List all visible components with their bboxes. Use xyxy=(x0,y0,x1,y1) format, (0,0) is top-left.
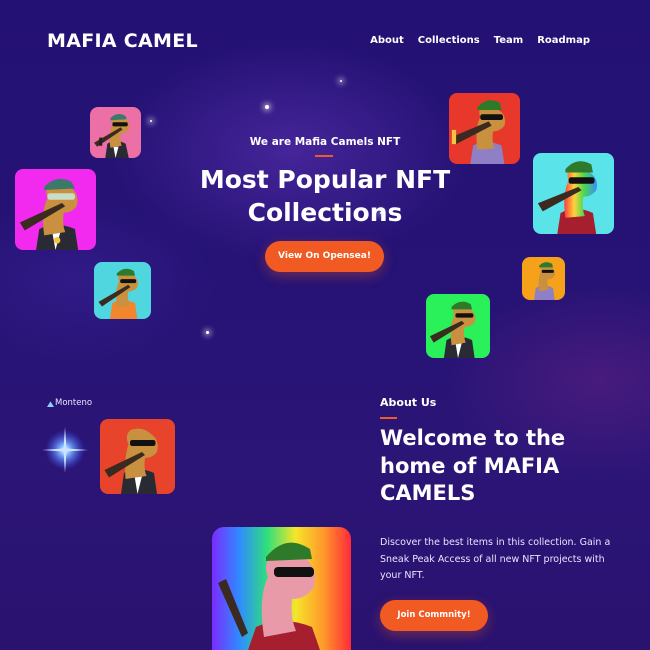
join-community-button[interactable]: Join Commnity! xyxy=(380,600,488,631)
hero-title: Most Popular NFT Collections xyxy=(199,165,451,227)
camel-avatar-icon xyxy=(533,153,614,234)
camel-avatar-icon xyxy=(522,257,565,300)
nav-team[interactable]: Team xyxy=(494,35,523,46)
nft-card-camel-pink[interactable] xyxy=(90,107,141,158)
sparkle-star xyxy=(265,105,269,109)
broken-image-icon xyxy=(47,400,54,407)
about-kicker: About Us xyxy=(380,396,437,409)
nft-card-camel-cyan-rainbow[interactable] xyxy=(533,153,614,234)
hero-divider xyxy=(315,155,333,157)
nav-collections[interactable]: Collections xyxy=(418,35,480,46)
camel-avatar-icon xyxy=(90,107,141,158)
camel-avatar-icon xyxy=(212,527,351,650)
nft-card-camel-orange[interactable] xyxy=(522,257,565,300)
camel-avatar-icon xyxy=(449,93,520,164)
about-description: Discover the best items in this collecti… xyxy=(380,537,611,581)
nav-roadmap[interactable]: Roadmap xyxy=(537,35,590,46)
nft-card-camel-green[interactable] xyxy=(426,294,490,358)
nft-card-camel-red-about[interactable] xyxy=(100,419,175,494)
sparkle-star xyxy=(380,212,382,214)
monteno-logo: Monteno xyxy=(47,398,92,408)
nft-card-camel-rainbow[interactable] xyxy=(212,527,351,650)
camel-avatar-icon xyxy=(426,294,490,358)
brand-logo[interactable]: MAFIA CAMEL xyxy=(47,30,198,52)
sparkle-glow-icon xyxy=(42,427,88,473)
camel-avatar-icon xyxy=(94,262,151,319)
sparkle-star xyxy=(150,120,152,122)
sparkle-star xyxy=(340,80,342,82)
main-nav: About Collections Team Roadmap xyxy=(370,35,590,46)
nft-card-camel-cyan-orange[interactable] xyxy=(94,262,151,319)
camel-avatar-icon xyxy=(15,169,96,250)
camel-avatar-icon xyxy=(100,419,175,494)
about-divider xyxy=(380,417,397,419)
nft-card-camel-magenta[interactable] xyxy=(15,169,96,250)
nft-card-camel-red[interactable] xyxy=(449,93,520,164)
nav-about[interactable]: About xyxy=(370,35,404,46)
about-title: Welcome to the home of MAFIA CAMELS xyxy=(380,426,566,505)
sparkle-star xyxy=(206,331,209,334)
view-opensea-button[interactable]: View On Opensea! xyxy=(265,241,384,272)
